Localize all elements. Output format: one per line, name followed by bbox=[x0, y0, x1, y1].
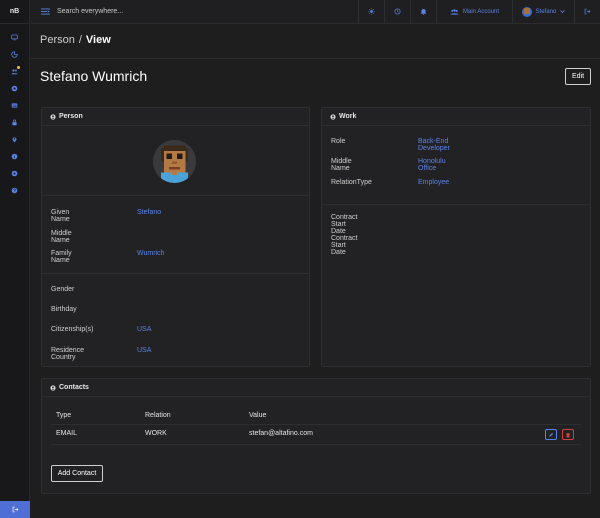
table-header-divider bbox=[51, 424, 581, 425]
work-card: Work bbox=[321, 107, 591, 367]
user-circle-icon bbox=[50, 113, 56, 120]
bell-icon bbox=[420, 9, 427, 15]
help-icon bbox=[11, 187, 18, 194]
contacts-card-title: Contacts bbox=[59, 384, 89, 391]
menu-icon bbox=[40, 8, 50, 15]
user-name: Stefano bbox=[535, 8, 557, 15]
brand-logo[interactable]: nB bbox=[0, 0, 29, 24]
work-card-title: Work bbox=[339, 113, 357, 120]
field-value[interactable]: USA bbox=[137, 347, 151, 354]
notifications-button[interactable] bbox=[410, 0, 436, 24]
pencil-icon bbox=[549, 432, 554, 437]
notification-dot bbox=[16, 66, 20, 69]
sidebar-item-info[interactable] bbox=[0, 148, 30, 165]
person-card-header: Person bbox=[42, 108, 309, 126]
header-divider bbox=[31, 58, 600, 59]
field-value[interactable]: Employee bbox=[418, 179, 449, 186]
trash-icon bbox=[566, 432, 570, 437]
sidebar-item-reports[interactable] bbox=[0, 46, 30, 63]
breadcrumb-parent[interactable]: Person bbox=[40, 34, 75, 46]
topbar-logout-button[interactable] bbox=[574, 0, 600, 24]
field-label: Contract Start Date bbox=[331, 235, 358, 256]
user-circle-icon bbox=[330, 113, 336, 120]
column-header-type: Type bbox=[56, 412, 72, 419]
column-header-relation: Relation bbox=[145, 412, 171, 419]
contacts-card: Contacts bbox=[41, 378, 591, 494]
pie-chart-icon bbox=[11, 51, 18, 58]
clock-icon bbox=[394, 8, 401, 15]
field-label: Role bbox=[331, 138, 346, 145]
sidebar-item-locations[interactable] bbox=[0, 131, 30, 148]
logout-icon bbox=[12, 506, 18, 513]
user-menu[interactable]: Stefano bbox=[512, 0, 574, 24]
edit-contact-button[interactable] bbox=[545, 429, 557, 440]
person-divider-1 bbox=[42, 195, 309, 196]
field-label: Citizenship(s) bbox=[51, 326, 94, 333]
breadcrumb-separator: / bbox=[78, 34, 82, 46]
person-card-title: Person bbox=[59, 113, 83, 120]
sun-icon bbox=[368, 8, 375, 15]
field-label: Middle Name bbox=[51, 230, 72, 244]
sidebar-item-list[interactable] bbox=[0, 97, 30, 114]
field-label: Contract Start Date bbox=[331, 214, 358, 235]
sidebar-item-support[interactable] bbox=[0, 80, 30, 97]
list-icon bbox=[11, 103, 18, 108]
sidebar-toggle-button[interactable] bbox=[35, 8, 55, 15]
field-value[interactable]: USA bbox=[137, 326, 151, 333]
support-icon bbox=[11, 85, 18, 92]
person-divider-2 bbox=[42, 273, 309, 274]
history-button[interactable] bbox=[384, 0, 410, 24]
sidebar-logout-button[interactable] bbox=[0, 501, 30, 518]
field-value[interactable]: Stefano bbox=[137, 209, 161, 216]
field-label: Residence Country bbox=[51, 347, 85, 361]
sidebar-item-people[interactable] bbox=[0, 63, 30, 80]
edit-button[interactable]: Edit bbox=[565, 68, 591, 85]
sidebar-item-settings[interactable] bbox=[0, 165, 30, 182]
users-icon bbox=[11, 69, 18, 75]
field-label: Middle Name bbox=[331, 158, 352, 172]
breadcrumb-current: View bbox=[85, 34, 111, 46]
monitor-icon bbox=[11, 34, 18, 41]
sidebar-nav bbox=[0, 24, 29, 199]
chevron-down-icon bbox=[560, 10, 565, 13]
field-value[interactable]: Back-End Developer bbox=[418, 138, 450, 152]
field-value[interactable]: Honolulu Office bbox=[418, 158, 446, 172]
account-switcher[interactable]: Main Account bbox=[436, 0, 512, 24]
logout-icon bbox=[584, 8, 591, 15]
account-label: Main Account bbox=[462, 8, 500, 15]
team-icon bbox=[450, 8, 459, 15]
page-title: Stefano Wumrich bbox=[40, 68, 148, 84]
lock-icon bbox=[12, 119, 17, 126]
search-input[interactable]: Search everywhere... bbox=[57, 8, 358, 15]
work-card-header: Work bbox=[322, 108, 590, 126]
topbar: Search everywhere... Main Account Stefan… bbox=[31, 0, 600, 24]
pin-icon bbox=[12, 137, 17, 143]
field-label: Birthday bbox=[51, 306, 77, 313]
table-bottom-divider bbox=[51, 444, 581, 445]
column-header-value: Value bbox=[249, 412, 267, 419]
cell-relation: WORK bbox=[145, 430, 167, 437]
info-icon bbox=[11, 153, 18, 160]
field-value[interactable]: Wumrich bbox=[137, 250, 164, 257]
person-avatar bbox=[153, 140, 196, 183]
theme-toggle-button[interactable] bbox=[358, 0, 384, 24]
field-label: Family Name bbox=[51, 250, 72, 264]
work-divider bbox=[322, 204, 590, 205]
cell-value: stefan@altafino.com bbox=[249, 430, 313, 437]
cell-type: EMAIL bbox=[56, 430, 78, 437]
field-label: Gender bbox=[51, 286, 75, 293]
user-avatar bbox=[521, 6, 532, 17]
add-contact-button[interactable]: Add Contact bbox=[51, 465, 103, 482]
sidebar: nB bbox=[0, 0, 30, 518]
contacts-card-header: Contacts bbox=[42, 379, 590, 397]
delete-contact-button[interactable] bbox=[562, 429, 574, 440]
field-label: RelationType bbox=[331, 179, 372, 186]
field-label: Given Name bbox=[51, 209, 70, 223]
sidebar-item-help[interactable] bbox=[0, 182, 30, 199]
sidebar-item-security[interactable] bbox=[0, 114, 30, 131]
sidebar-item-dashboard[interactable] bbox=[0, 29, 30, 46]
user-circle-icon bbox=[50, 384, 56, 391]
gear-icon bbox=[11, 170, 18, 177]
breadcrumb: Person / View bbox=[40, 34, 111, 46]
